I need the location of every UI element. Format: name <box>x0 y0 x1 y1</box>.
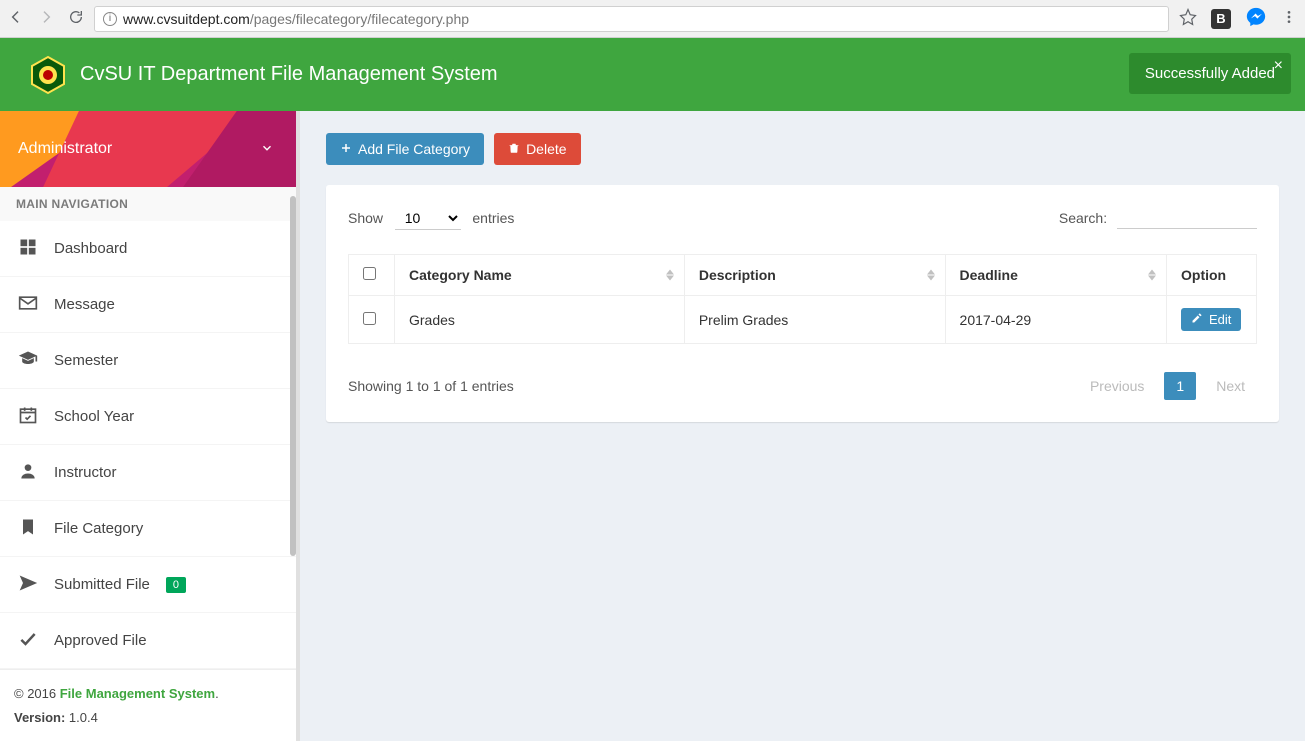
sidebar-item-approved-file[interactable]: Approved File <box>0 613 296 669</box>
table-info: Showing 1 to 1 of 1 entries <box>348 378 514 394</box>
cell-deadline: 2017-04-29 <box>945 296 1166 344</box>
footer-dot: . <box>215 686 219 701</box>
row-checkbox[interactable] <box>363 312 376 325</box>
sidebar-item-label: Semester <box>54 352 118 369</box>
sidebar-footer: © 2016 File Management System. Version: … <box>0 669 296 741</box>
entries-select[interactable]: 10 <box>395 207 461 230</box>
select-all-checkbox[interactable] <box>363 267 376 280</box>
pagination-next[interactable]: Next <box>1204 372 1257 400</box>
cell-description: Prelim Grades <box>684 296 945 344</box>
sidebar-item-label: Instructor <box>54 464 117 481</box>
pagination-page-1[interactable]: 1 <box>1164 372 1196 400</box>
sidebar-item-message[interactable]: Message <box>0 277 296 333</box>
send-icon <box>18 573 38 596</box>
calendar-icon <box>18 405 38 428</box>
chevron-down-icon <box>260 141 274 158</box>
toast-text: Successfully Added <box>1145 65 1275 82</box>
plus-icon <box>340 141 352 157</box>
sidebar-item-label: Message <box>54 296 115 313</box>
sidebar-user-name: Administrator <box>18 140 112 158</box>
browser-menu-icon[interactable] <box>1281 9 1297 28</box>
footer-link[interactable]: File Management System <box>60 686 215 701</box>
edit-button-label: Edit <box>1209 312 1231 327</box>
url-host: www.cvsuitdept.com <box>123 11 250 27</box>
column-category-name[interactable]: Category Name <box>395 255 685 296</box>
browser-toolbar: i www.cvsuitdept.com/pages/filecategory/… <box>0 0 1305 38</box>
sidebar-item-instructor[interactable]: Instructor <box>0 445 296 501</box>
sidebar-item-file-category[interactable]: File Category <box>0 501 296 557</box>
edit-button[interactable]: Edit <box>1181 308 1241 331</box>
back-icon[interactable] <box>8 9 24 28</box>
mail-icon <box>18 293 38 316</box>
footer-version-label: Version: <box>14 710 65 725</box>
sidebar-user-panel[interactable]: Administrator <box>0 111 296 187</box>
sidebar: Administrator MAIN NAVIGATION Dashboard … <box>0 111 300 741</box>
show-label: Show <box>348 210 383 226</box>
file-category-table: Category Name Description Deadline Optio… <box>348 254 1257 344</box>
main-content: Add File Category Delete Show 10 entries… <box>300 111 1305 741</box>
sidebar-nav-header: MAIN NAVIGATION <box>0 187 296 221</box>
pagination: Previous 1 Next <box>1078 372 1257 400</box>
delete-button[interactable]: Delete <box>494 133 580 165</box>
success-toast: Successfully Added × <box>1129 53 1291 94</box>
sidebar-item-label: School Year <box>54 408 134 425</box>
sidebar-badge: 0 <box>166 577 186 593</box>
sidebar-item-school-year[interactable]: School Year <box>0 389 296 445</box>
person-icon <box>18 461 38 484</box>
url-path: /pages/filecategory/filecategory.php <box>250 11 469 27</box>
sidebar-item-semester[interactable]: Semester <box>0 333 296 389</box>
sidebar-item-label: Dashboard <box>54 240 127 257</box>
app-header: CvSU IT Department File Management Syste… <box>0 38 1305 111</box>
sidebar-scrollbar[interactable] <box>290 196 296 556</box>
messenger-icon[interactable] <box>1245 6 1267 31</box>
cell-category-name: Grades <box>395 296 685 344</box>
bookmark-star-icon[interactable] <box>1179 8 1197 29</box>
site-info-icon[interactable]: i <box>103 12 117 26</box>
pencil-icon <box>1191 312 1203 327</box>
entries-control: Show 10 entries <box>348 207 514 230</box>
add-file-category-button[interactable]: Add File Category <box>326 133 484 165</box>
bookmark-icon <box>18 517 38 540</box>
search-input[interactable] <box>1117 209 1257 229</box>
table-row: Grades Prelim Grades 2017-04-29 Edit <box>349 296 1257 344</box>
column-option: Option <box>1167 255 1257 296</box>
sidebar-item-label: Approved File <box>54 632 147 649</box>
footer-copy: © 2016 <box>14 686 60 701</box>
dashboard-icon <box>18 237 38 260</box>
column-deadline[interactable]: Deadline <box>945 255 1166 296</box>
check-icon <box>18 629 38 652</box>
app-title: CvSU IT Department File Management Syste… <box>80 63 498 86</box>
extension-b-icon[interactable]: B <box>1211 9 1231 29</box>
trash-icon <box>508 141 520 157</box>
url-bar[interactable]: i www.cvsuitdept.com/pages/filecategory/… <box>94 6 1169 32</box>
pagination-previous[interactable]: Previous <box>1078 372 1156 400</box>
sidebar-item-label: File Category <box>54 520 143 537</box>
app-logo <box>28 55 68 95</box>
add-button-label: Add File Category <box>358 141 470 157</box>
table-panel: Show 10 entries Search: Category Name De… <box>326 185 1279 422</box>
footer-version: 1.0.4 <box>65 710 98 725</box>
sidebar-item-dashboard[interactable]: Dashboard <box>0 221 296 277</box>
sidebar-item-label: Submitted File <box>54 576 150 593</box>
entries-label: entries <box>472 210 514 226</box>
reload-icon[interactable] <box>68 9 84 28</box>
search-label: Search: <box>1059 210 1107 226</box>
forward-icon[interactable] <box>38 9 54 28</box>
sidebar-item-submitted-file[interactable]: Submitted File 0 <box>0 557 296 613</box>
delete-button-label: Delete <box>526 141 566 157</box>
column-description[interactable]: Description <box>684 255 945 296</box>
toast-close-icon[interactable]: × <box>1274 57 1283 75</box>
graduation-cap-icon <box>18 349 38 372</box>
